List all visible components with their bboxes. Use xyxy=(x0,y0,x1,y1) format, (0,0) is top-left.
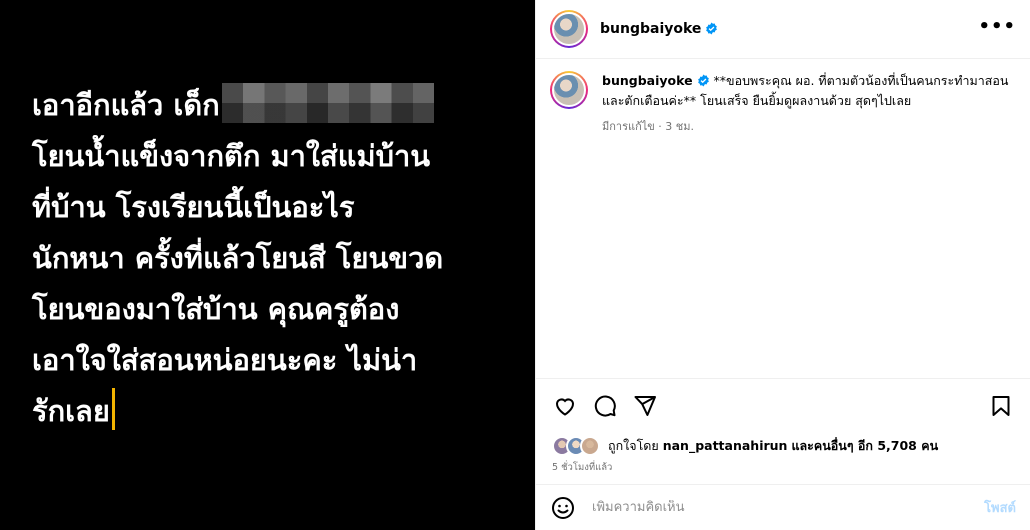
text-cursor xyxy=(111,388,115,430)
bookmark-icon[interactable] xyxy=(988,393,1014,419)
post-header: bungbaiyoke ••• xyxy=(536,0,1030,59)
comment-composer: โพสต์ xyxy=(536,484,1030,530)
avatar xyxy=(580,436,600,456)
avatar[interactable] xyxy=(550,71,588,109)
likes-count[interactable]: และคนอื่นๆ อีก 5,708 คน xyxy=(791,438,938,453)
image-text-line: นักหนา ครั้งที่แล้วโยนสี โยนขวด xyxy=(32,241,444,275)
post-image[interactable]: เอาอีกแล้ว เด็ก โยนน้ำแข็งจากตึก มาใส่แม… xyxy=(0,0,535,530)
image-text-line: ที่บ้าน โรงเรียนนี้เป็นอะไร xyxy=(32,190,355,224)
post-sidebar: bungbaiyoke ••• bungbaiyoke **ขอบพระคุณ … xyxy=(535,0,1030,530)
post-timestamp[interactable]: 5 ชั่วโมงที่แล้ว xyxy=(552,460,612,475)
image-text-line: โยนของมาใส่บ้าน คุณครูต้อง xyxy=(32,292,400,326)
header-username[interactable]: bungbaiyoke xyxy=(600,21,701,37)
instagram-post: เอาอีกแล้ว เด็ก โยนน้ำแข็งจากตึก มาใส่แม… xyxy=(0,0,1030,530)
post-caption: bungbaiyoke **ขอบพระคุณ ผอ. ที่ตามตัวน้อ… xyxy=(536,59,1030,137)
censored-blur xyxy=(221,83,434,123)
ellipsis-icon[interactable]: ••• xyxy=(978,16,1016,43)
verified-badge-icon xyxy=(706,22,718,34)
comment-icon[interactable] xyxy=(592,393,618,419)
post-image-text: เอาอีกแล้ว เด็ก โยนน้ำแข็งจากตึก มาใส่แม… xyxy=(32,80,522,437)
share-icon[interactable] xyxy=(632,393,658,419)
caption-username[interactable]: bungbaiyoke xyxy=(602,73,693,88)
emoji-icon[interactable] xyxy=(550,495,576,521)
image-text-line: เอาอีกแล้ว เด็ก xyxy=(32,80,522,131)
caption-meta: มีการแก้ไข · 3 ชม. xyxy=(602,120,694,133)
post-actions xyxy=(536,378,1030,433)
image-text-line: โยนน้ำแข็งจากตึก มาใส่แม่บ้าน xyxy=(32,139,431,173)
likes-text: ถูกใจโดย nan_pattanahirun และคนอื่นๆ อีก… xyxy=(608,438,939,453)
avatar[interactable] xyxy=(550,10,588,48)
post-comment-button[interactable]: โพสต์ xyxy=(984,497,1016,518)
image-text-line: เอาใจใส่สอนหน่อยนะคะ ไม่น่า xyxy=(32,343,418,377)
liker-username[interactable]: nan_pattanahirun xyxy=(663,438,788,453)
verified-badge-icon xyxy=(697,74,709,87)
liker-avatars[interactable] xyxy=(552,436,600,456)
likes-summary: ถูกใจโดย nan_pattanahirun และคนอื่นๆ อีก… xyxy=(552,436,938,456)
comment-input[interactable] xyxy=(592,500,985,515)
image-text-line: รักเลย xyxy=(32,386,522,437)
heart-icon[interactable] xyxy=(552,393,578,419)
